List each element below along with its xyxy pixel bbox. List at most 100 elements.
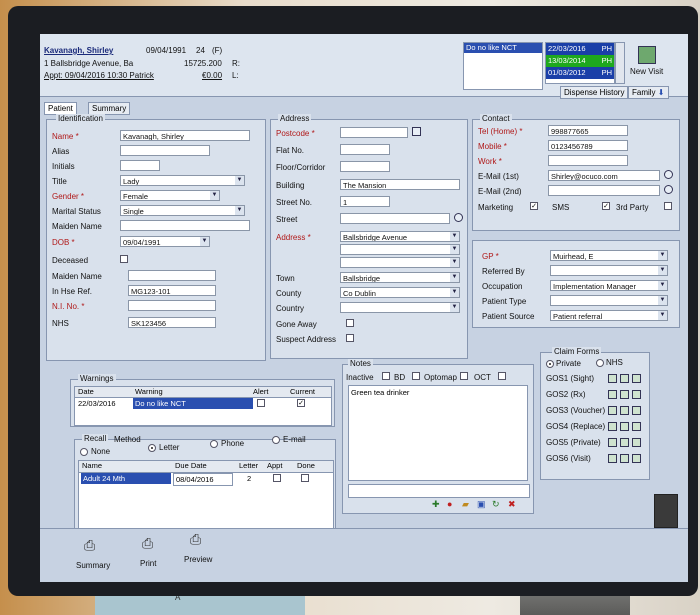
dob-field[interactable]: 09/04/1991 — [120, 236, 210, 247]
occupation-select[interactable]: Implementation Manager — [550, 280, 668, 291]
country-select[interactable] — [340, 302, 460, 313]
claim-print-icon[interactable] — [620, 390, 629, 399]
initials-field[interactable] — [120, 160, 160, 171]
patient-source-select[interactable]: Patient referral — [550, 310, 668, 321]
street-field[interactable] — [340, 213, 450, 224]
deceased-checkbox[interactable] — [120, 255, 128, 263]
alert-note-row[interactable]: Do no like NCT — [464, 43, 542, 53]
gone-away-checkbox[interactable] — [346, 319, 354, 327]
new-visit-label[interactable]: New Visit — [630, 67, 663, 76]
recall-appt-checkbox[interactable] — [273, 474, 281, 482]
recall-phone-radio[interactable] — [210, 440, 218, 448]
street-no-field[interactable]: 1 — [340, 196, 390, 207]
email-search-icon[interactable] — [664, 170, 673, 179]
ni-number-field[interactable] — [128, 300, 216, 311]
claim-edit-icon[interactable] — [608, 454, 617, 463]
nhs-field[interactable]: SK123456 — [128, 317, 216, 328]
floor-field[interactable] — [340, 161, 390, 172]
email1-field[interactable]: Shirley@ocuco.com — [548, 170, 660, 181]
patient-type-select[interactable] — [550, 295, 668, 306]
notes-inactive-checkbox[interactable] — [382, 372, 390, 380]
visit-date-row[interactable]: 01/03/2012 PH — [546, 67, 614, 79]
recall-letter-radio[interactable] — [148, 444, 156, 452]
appointment-link[interactable]: Appt: 09/04/2016 10:30 Patrick — [44, 71, 154, 80]
referred-by-select[interactable] — [550, 265, 668, 276]
new-visit-icon[interactable] — [638, 46, 656, 64]
gp-select[interactable]: Muirhead, E — [550, 250, 668, 261]
in-hse-ref-field[interactable]: MG123-101 — [128, 285, 216, 296]
claim-view-icon[interactable] — [632, 454, 641, 463]
add-note-icon[interactable]: ✚ — [432, 499, 440, 510]
print-button[interactable]: Print — [140, 559, 156, 568]
alias-field[interactable] — [120, 145, 210, 156]
third-party-checkbox[interactable] — [664, 202, 672, 210]
table-row[interactable]: 22/03/2016 Do no like NCT ✓ — [75, 398, 331, 409]
claim-print-icon[interactable] — [620, 406, 629, 415]
tel-home-field[interactable]: 998877665 — [548, 125, 628, 136]
claim-view-icon[interactable] — [632, 438, 641, 447]
folder-icon[interactable]: ▰ — [462, 499, 469, 510]
visit-date-row[interactable]: 13/03/2014 PH — [546, 55, 614, 67]
patient-name-link[interactable]: Kavanagh, Shirley — [44, 46, 113, 55]
claim-edit-icon[interactable] — [608, 390, 617, 399]
claim-view-icon[interactable] — [632, 390, 641, 399]
table-row[interactable]: Adult 24 Mth 08/04/2016 2 — [79, 473, 333, 486]
warning-current-checkbox[interactable]: ✓ — [297, 399, 305, 407]
recall-done-checkbox[interactable] — [301, 474, 309, 482]
sms-checkbox[interactable]: ✓ — [602, 202, 610, 210]
claim-view-icon[interactable] — [632, 374, 641, 383]
claim-print-icon[interactable] — [620, 374, 629, 383]
claim-nhs-radio[interactable] — [596, 359, 604, 367]
print-icon[interactable]: ⎙ — [142, 535, 153, 552]
postcode-field[interactable] — [340, 127, 408, 138]
summary-button[interactable]: Summary — [76, 561, 110, 570]
claim-private-radio[interactable] — [546, 360, 554, 368]
marital-status-select[interactable]: Single — [120, 205, 245, 216]
warning-alert-checkbox[interactable] — [257, 399, 265, 407]
recall-due-date[interactable]: 08/04/2016 — [173, 473, 233, 486]
avatar[interactable] — [654, 494, 678, 528]
preview-button[interactable]: Preview — [184, 555, 212, 564]
save-icon[interactable]: ▣ — [477, 499, 486, 510]
gender-select[interactable]: Female — [120, 190, 220, 201]
flat-no-field[interactable] — [340, 144, 390, 155]
marketing-checkbox[interactable]: ✓ — [530, 202, 538, 210]
notes-extra-checkbox[interactable] — [498, 372, 506, 380]
claim-edit-icon[interactable] — [608, 406, 617, 415]
claim-edit-icon[interactable] — [608, 374, 617, 383]
dates-scrollbar[interactable] — [615, 42, 625, 84]
preview-icon[interactable]: ⎙ — [190, 531, 201, 548]
delete-icon[interactable]: ✖ — [508, 499, 516, 510]
refresh-icon[interactable]: ↻ — [492, 499, 500, 510]
notes-input[interactable] — [348, 484, 530, 498]
county-select[interactable]: Co Dublin — [340, 287, 460, 298]
summary-icon[interactable]: ⎙ — [84, 537, 95, 554]
town-select[interactable]: Ballsbridge — [340, 272, 460, 283]
address-select[interactable]: Ballsbridge Avenue — [340, 231, 460, 242]
dispense-history-button[interactable]: Dispense History — [560, 86, 629, 99]
name-field[interactable]: Kavanagh, Shirley — [120, 130, 250, 141]
claim-view-icon[interactable] — [632, 406, 641, 415]
address-line2-select[interactable] — [340, 244, 460, 255]
notes-textarea[interactable]: Green tea drinker — [348, 385, 528, 481]
search-icon[interactable] — [454, 213, 463, 222]
maiden-name2-field[interactable] — [128, 270, 216, 281]
claim-edit-icon[interactable] — [608, 438, 617, 447]
pencil-icon[interactable] — [412, 127, 421, 136]
recall-none-radio[interactable] — [80, 448, 88, 456]
record-icon[interactable]: ● — [447, 499, 452, 509]
title-select[interactable]: Lady — [120, 175, 245, 186]
claim-print-icon[interactable] — [620, 438, 629, 447]
suspect-address-checkbox[interactable] — [346, 334, 354, 342]
address-line3-select[interactable] — [340, 257, 460, 268]
maiden-name-field[interactable] — [120, 220, 250, 231]
notes-oct-checkbox[interactable] — [460, 372, 468, 380]
claim-print-icon[interactable] — [620, 454, 629, 463]
building-field[interactable]: The Mansion — [340, 179, 460, 190]
mobile-field[interactable]: 0123456789 — [548, 140, 628, 151]
notes-optomap-checkbox[interactable] — [412, 372, 420, 380]
amount-link[interactable]: €0.00 — [202, 71, 222, 80]
claim-view-icon[interactable] — [632, 422, 641, 431]
work-field[interactable] — [548, 155, 628, 166]
email2-search-icon[interactable] — [664, 185, 673, 194]
